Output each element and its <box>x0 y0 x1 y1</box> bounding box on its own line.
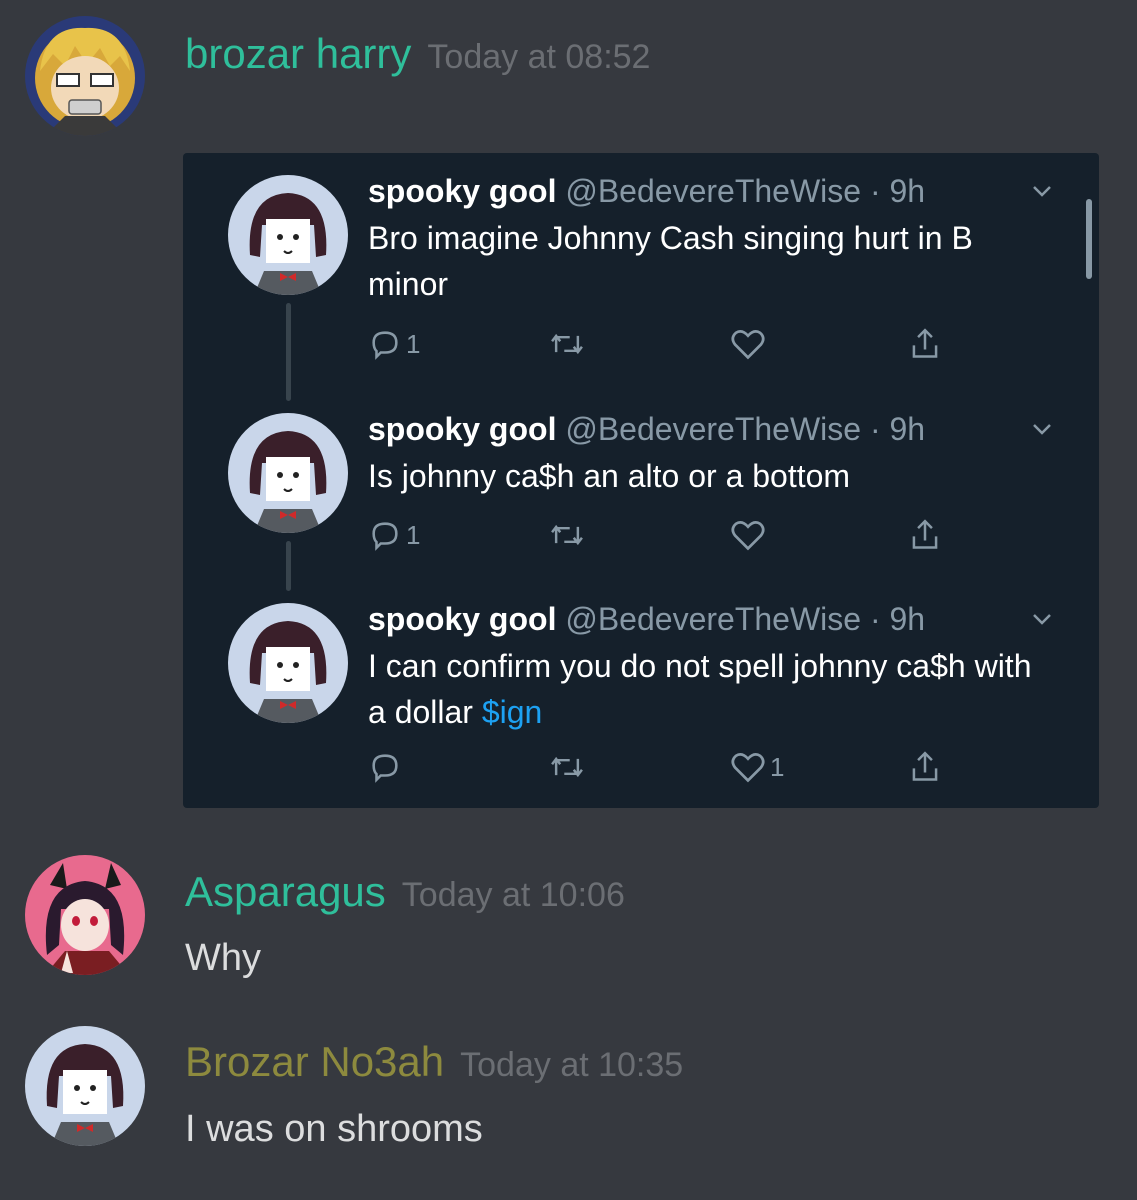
tweet-handle[interactable]: @BedevereTheWise <box>565 173 861 209</box>
avatar[interactable] <box>228 175 348 295</box>
chevron-down-icon[interactable] <box>1028 415 1056 443</box>
tweet-text: I can confirm you do not spell johnny ca… <box>368 643 1058 735</box>
avatar[interactable] <box>228 413 348 533</box>
share-icon <box>912 519 938 549</box>
share-icon <box>912 328 938 358</box>
retweet-button[interactable] <box>548 515 586 555</box>
tweet-header: spooky gool @BedevereTheWise · 9h <box>368 599 925 639</box>
tweet-actions: 1 <box>368 515 1058 555</box>
tweet-actions: 1 <box>368 747 1058 787</box>
tweet-actions: 1 <box>368 324 1058 364</box>
like-button[interactable]: 1 <box>730 747 784 787</box>
reply-count: 1 <box>406 328 421 359</box>
share-button[interactable] <box>908 515 942 555</box>
thread-line <box>286 541 291 591</box>
like-button[interactable] <box>730 324 770 364</box>
thread-line <box>286 303 291 401</box>
message-text: I was on shrooms <box>185 1108 483 1150</box>
chevron-down-icon[interactable] <box>1028 177 1056 205</box>
share-button[interactable] <box>908 747 942 787</box>
tweet-text-content: I can confirm you do not spell johnny ca… <box>368 648 1032 730</box>
tweet-actions <box>368 475 1058 515</box>
scrollbar[interactable] <box>1086 199 1092 279</box>
tweet-text: Bro imagine Johnny Cash singing hurt in … <box>368 220 973 302</box>
timestamp: Today at 08:52 <box>427 38 651 76</box>
tweet-handle[interactable]: @BedevereTheWise <box>565 411 861 447</box>
tweet-author-name[interactable]: spooky gool <box>368 601 556 637</box>
share-icon <box>912 751 938 781</box>
retweet-button[interactable] <box>548 747 586 787</box>
avatar[interactable] <box>25 855 145 975</box>
username[interactable]: Brozar No3ah Today at 10:35 <box>185 1036 683 1091</box>
retweet-icon <box>551 524 583 546</box>
tweet-header: spooky gool @BedevereTheWise · 9h <box>368 409 925 449</box>
avatar[interactable] <box>25 1026 145 1146</box>
heart-icon <box>731 521 765 551</box>
reply-button[interactable] <box>368 747 406 787</box>
retweet-icon <box>551 333 583 355</box>
heart-icon <box>731 753 765 783</box>
cashtag-link[interactable]: $ign <box>482 694 543 730</box>
retweet-icon <box>551 756 583 778</box>
tweet-time: · 9h <box>869 601 926 637</box>
reply-icon <box>372 522 398 551</box>
timestamp: Today at 10:06 <box>401 876 625 914</box>
reply-button[interactable]: 1 <box>368 515 420 555</box>
tweet-embed[interactable]: spooky gool @BedevereTheWise · 9h Bro im… <box>183 153 1099 808</box>
username-text[interactable]: Asparagus <box>185 868 386 915</box>
avatar[interactable] <box>25 16 145 136</box>
username-text[interactable]: Brozar No3ah <box>185 1038 444 1085</box>
message-text: Why <box>185 937 261 979</box>
tweet-time: · 9h <box>869 173 926 209</box>
username[interactable]: brozar harry Today at 08:52 <box>185 28 650 83</box>
reply-icon <box>372 754 398 783</box>
tweet-handle[interactable]: @BedevereTheWise <box>565 601 861 637</box>
tweet-header: spooky gool @BedevereTheWise · 9h <box>368 171 925 211</box>
like-count: 1 <box>770 751 785 782</box>
tweet-author-name[interactable]: spooky gool <box>368 173 556 209</box>
heart-icon <box>731 330 765 360</box>
timestamp: Today at 10:35 <box>460 1046 684 1084</box>
username-text[interactable]: brozar harry <box>185 30 411 77</box>
chevron-down-icon[interactable] <box>1028 605 1056 633</box>
share-button[interactable] <box>908 324 942 364</box>
tweet-author-name[interactable]: spooky gool <box>368 411 556 447</box>
reply-button[interactable]: 1 <box>368 324 420 364</box>
like-button[interactable] <box>730 515 770 555</box>
tweet-time: · 9h <box>869 411 926 447</box>
reply-count: 1 <box>406 519 421 550</box>
reply-icon <box>372 331 398 360</box>
avatar[interactable] <box>228 603 348 723</box>
retweet-button[interactable] <box>548 324 586 364</box>
username[interactable]: Asparagus Today at 10:06 <box>185 866 625 921</box>
